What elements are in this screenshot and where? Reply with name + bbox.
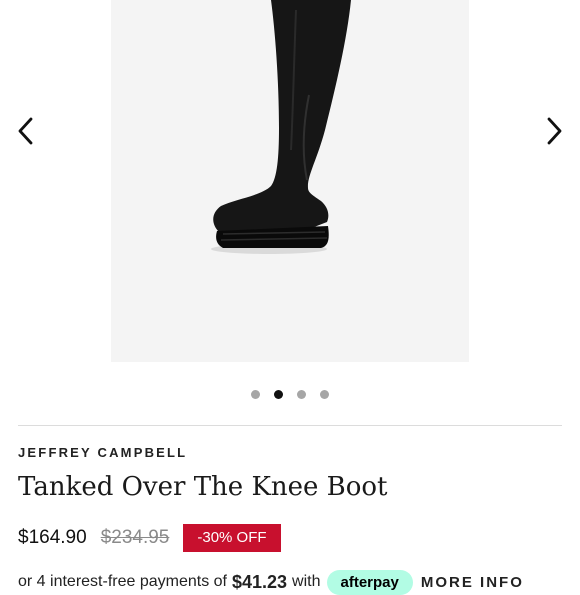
current-price: $164.90 xyxy=(18,527,87,548)
installment-amount: $41.23 xyxy=(231,571,288,592)
more-info-link[interactable]: MORE INFO xyxy=(421,574,524,591)
carousel-next-button[interactable] xyxy=(536,113,572,149)
carousel-dot-2[interactable] xyxy=(274,389,283,399)
boot-illustration xyxy=(111,0,469,362)
installment-prefix: or 4 interest-free payments of xyxy=(18,573,227,590)
installment-with: with xyxy=(292,573,321,590)
carousel-dot-3[interactable] xyxy=(297,389,306,399)
carousel-pagination xyxy=(0,388,580,400)
discount-badge: -30% OFF xyxy=(183,524,281,552)
carousel-dot-1[interactable] xyxy=(251,389,260,399)
installment-info: or 4 interest-free payments of $41.23 wi… xyxy=(18,569,524,595)
product-image[interactable] xyxy=(111,0,469,362)
chevron-right-icon xyxy=(547,117,562,145)
afterpay-logo: afterpay xyxy=(326,569,413,595)
price-row: $164.90 $234.95 -30% OFF xyxy=(18,524,281,552)
carousel-prev-button[interactable] xyxy=(8,113,44,149)
brand-name[interactable]: JEFFREY CAMPBELL xyxy=(18,445,187,460)
carousel-dot-4[interactable] xyxy=(320,389,329,399)
chevron-left-icon xyxy=(18,117,33,145)
original-price: $234.95 xyxy=(100,527,170,548)
divider xyxy=(18,425,562,426)
product-title: Tanked Over The Knee Boot xyxy=(18,472,388,502)
